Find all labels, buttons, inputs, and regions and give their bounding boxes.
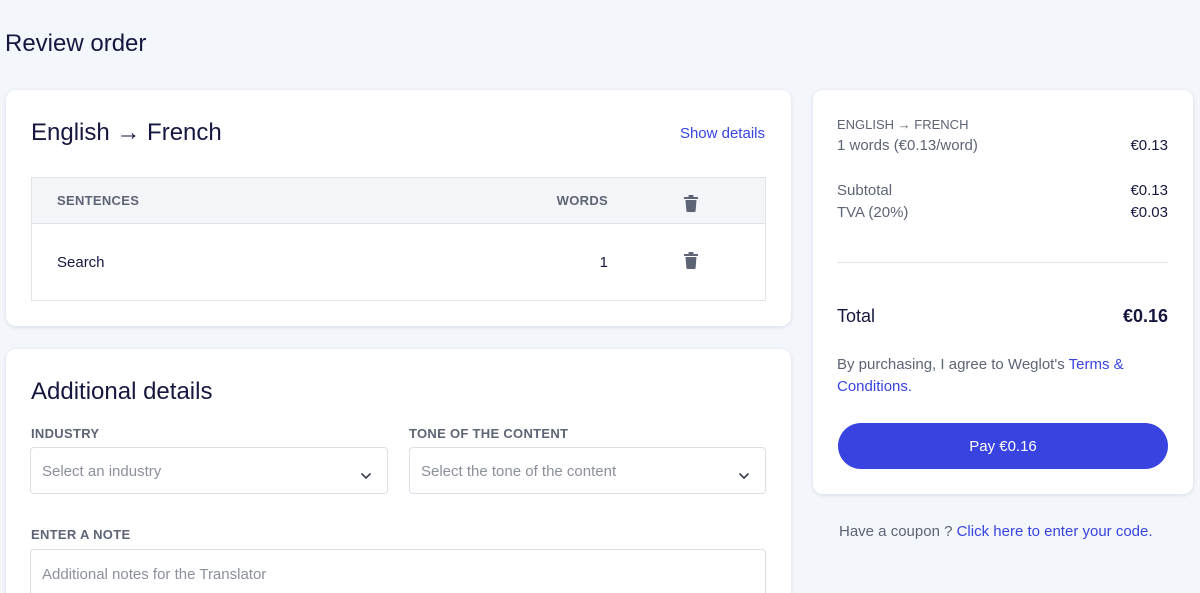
total-value: €0.16	[1122, 306, 1168, 326]
tva-value: €0.03	[1130, 204, 1168, 221]
tva-label: TVA (20%)	[837, 204, 909, 221]
row-word-count: 1	[599, 254, 608, 271]
summary-language-pair: ENGLISH → FRENCH	[837, 117, 969, 132]
language-pair-title: English → French	[31, 119, 222, 146]
note-textarea[interactable]: Additional notes for the Translator	[30, 549, 766, 593]
table-header: SENTENCES WORDS	[32, 178, 765, 224]
words-line-label: 1 words (€0.13/word)	[837, 137, 978, 154]
coupon-prefix: Have a coupon ?	[839, 523, 957, 540]
chevron-down-icon	[361, 467, 371, 485]
chevron-down-icon	[739, 467, 749, 485]
pay-button[interactable]: Pay €0.16	[838, 423, 1168, 469]
order-summary-card: ENGLISH → FRENCH 1 words (€0.13/word) €0…	[813, 90, 1193, 494]
table-row: Search 1	[32, 224, 765, 301]
subtotal-label: Subtotal	[837, 182, 893, 199]
language-pair-card: English → French Show details SENTENCES …	[6, 90, 791, 326]
terms-prefix: By purchasing, I agree to Weglot's	[837, 356, 1069, 373]
column-header-words: WORDS	[556, 193, 608, 208]
terms-text: By purchasing, I agree to Weglot's Terms…	[837, 354, 1168, 398]
summary-divider	[837, 262, 1168, 263]
note-label: ENTER A NOTE	[31, 527, 131, 542]
industry-label: INDUSTRY	[31, 426, 100, 441]
delete-row-trash-icon[interactable]	[684, 252, 698, 269]
summary-tva: TVA (20%) €0.03	[837, 204, 1168, 221]
summary-subtotal: Subtotal €0.13	[837, 182, 1168, 199]
tone-placeholder: Select the tone of the content	[421, 463, 617, 480]
sentences-table: SENTENCES WORDS Search 1	[31, 177, 766, 301]
summary-total: Total €0.16	[837, 306, 1168, 327]
delete-all-trash-icon[interactable]	[684, 195, 698, 212]
total-label: Total	[837, 306, 876, 326]
additional-details-card: Additional details INDUSTRY Select an in…	[6, 349, 791, 593]
additional-details-title: Additional details	[31, 378, 213, 405]
row-sentence: Search	[57, 254, 105, 271]
summary-words-line: 1 words (€0.13/word) €0.13	[837, 137, 1168, 154]
subtotal-value: €0.13	[1130, 182, 1168, 199]
words-line-value: €0.13	[1130, 137, 1168, 154]
tone-label: TONE OF THE CONTENT	[409, 426, 569, 441]
show-details-link[interactable]: Show details	[680, 125, 765, 142]
coupon-text: Have a coupon ? Click here to enter your…	[839, 523, 1153, 540]
note-placeholder: Additional notes for the Translator	[42, 566, 267, 583]
coupon-link[interactable]: Click here to enter your code.	[957, 523, 1153, 540]
industry-select[interactable]: Select an industry	[30, 447, 388, 494]
page-title: Review order	[5, 30, 147, 57]
industry-placeholder: Select an industry	[42, 463, 162, 480]
column-header-sentences: SENTENCES	[57, 193, 140, 208]
tone-select[interactable]: Select the tone of the content	[409, 447, 766, 494]
